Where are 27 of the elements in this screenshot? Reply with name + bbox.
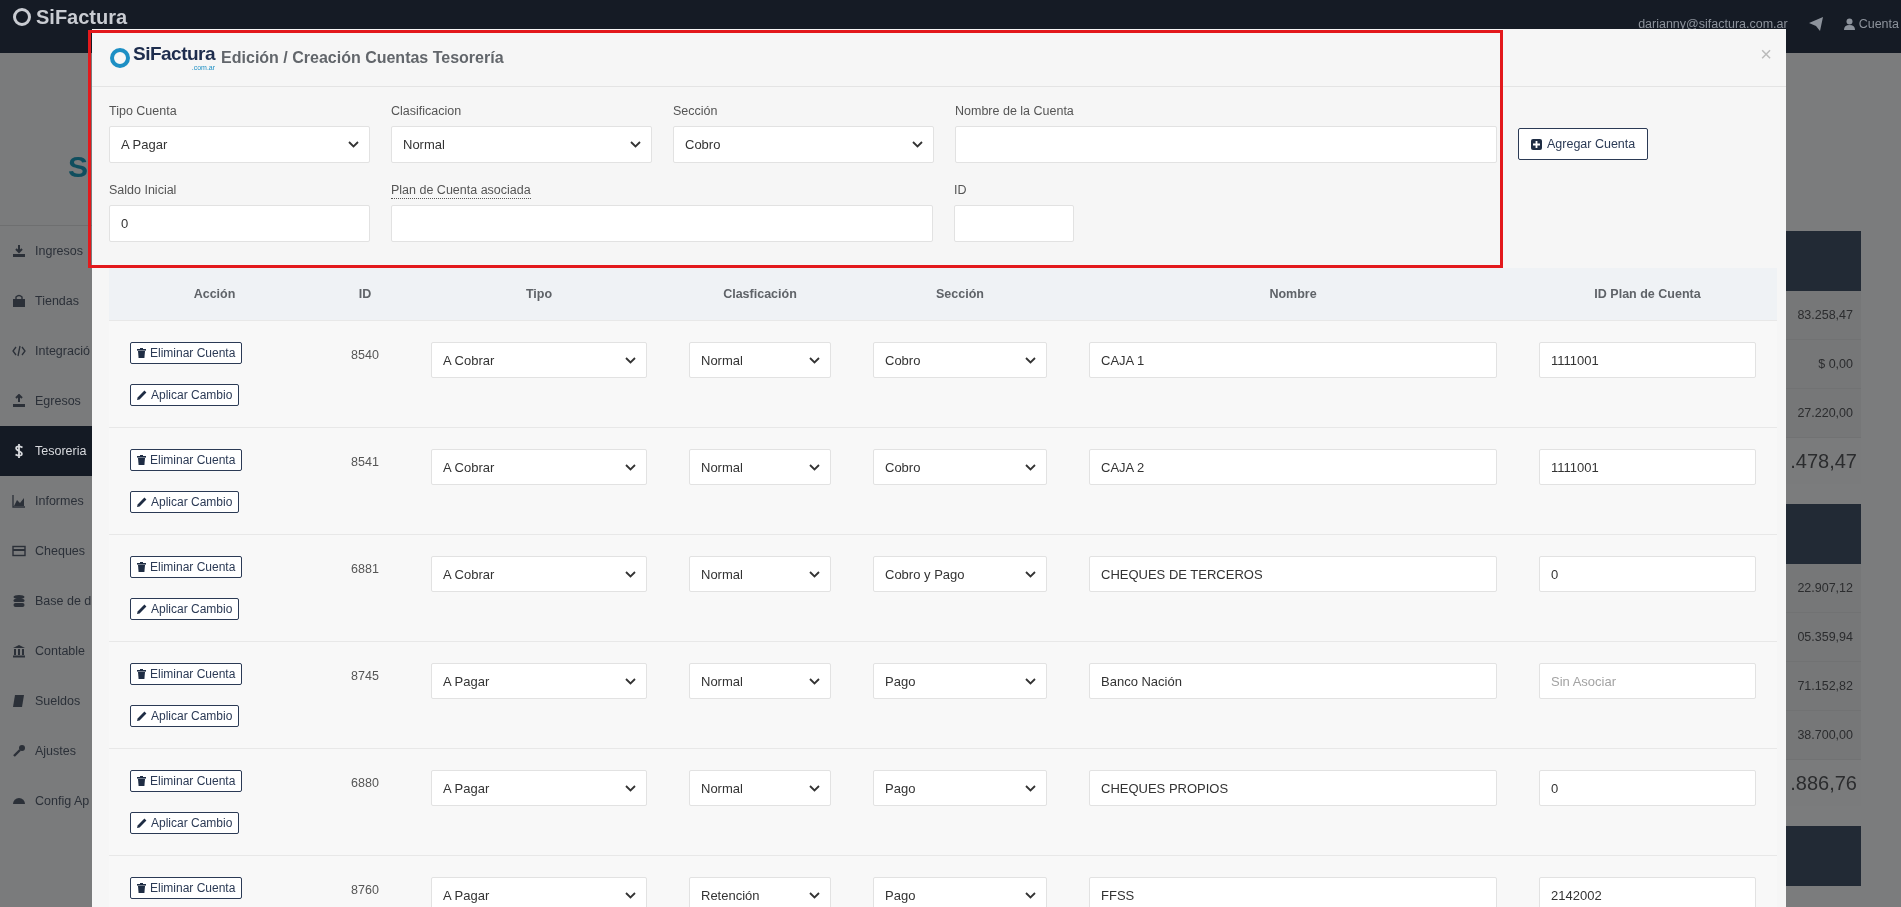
column-header: Acción	[192, 287, 237, 301]
page-heading: S	[67, 149, 89, 185]
table-cell: 8541	[351, 455, 379, 469]
field-label: Nombre de la Cuenta	[955, 103, 1074, 120]
column-header: Sección	[935, 287, 985, 301]
field-label: Tipo Cuenta	[109, 103, 177, 120]
column-header: Tipo	[524, 287, 554, 301]
modal-title: Edición / Creación Cuentas Tesorería	[221, 48, 504, 67]
table-cell: 6880	[351, 776, 379, 790]
user-email: darianny@sifactura.com.ar	[1638, 17, 1788, 31]
total-amount: .886,76	[1786, 760, 1861, 806]
column-header: Nombre	[1268, 287, 1318, 301]
table-cell: 8745	[351, 669, 379, 683]
field-label: Plan de Cuenta asociada	[391, 183, 531, 199]
app-logo-text: SiFactura	[36, 6, 128, 28]
column-header: ID Plan de Cuenta	[1593, 287, 1702, 301]
field-label: Saldo Inicial	[109, 182, 177, 199]
field-label: Clasificacion	[391, 103, 462, 120]
table-cell: 8760	[351, 883, 379, 897]
table-cell: 8540	[351, 348, 379, 362]
field-label: ID	[954, 182, 967, 199]
total-amount: .478,47	[1786, 438, 1861, 484]
column-header: ID	[357, 287, 373, 301]
table-cell: 6881	[351, 562, 379, 576]
field-label: Sección	[673, 103, 718, 120]
logo-text: SiFactura	[133, 43, 216, 64]
column-header: Clasficación	[722, 287, 798, 301]
